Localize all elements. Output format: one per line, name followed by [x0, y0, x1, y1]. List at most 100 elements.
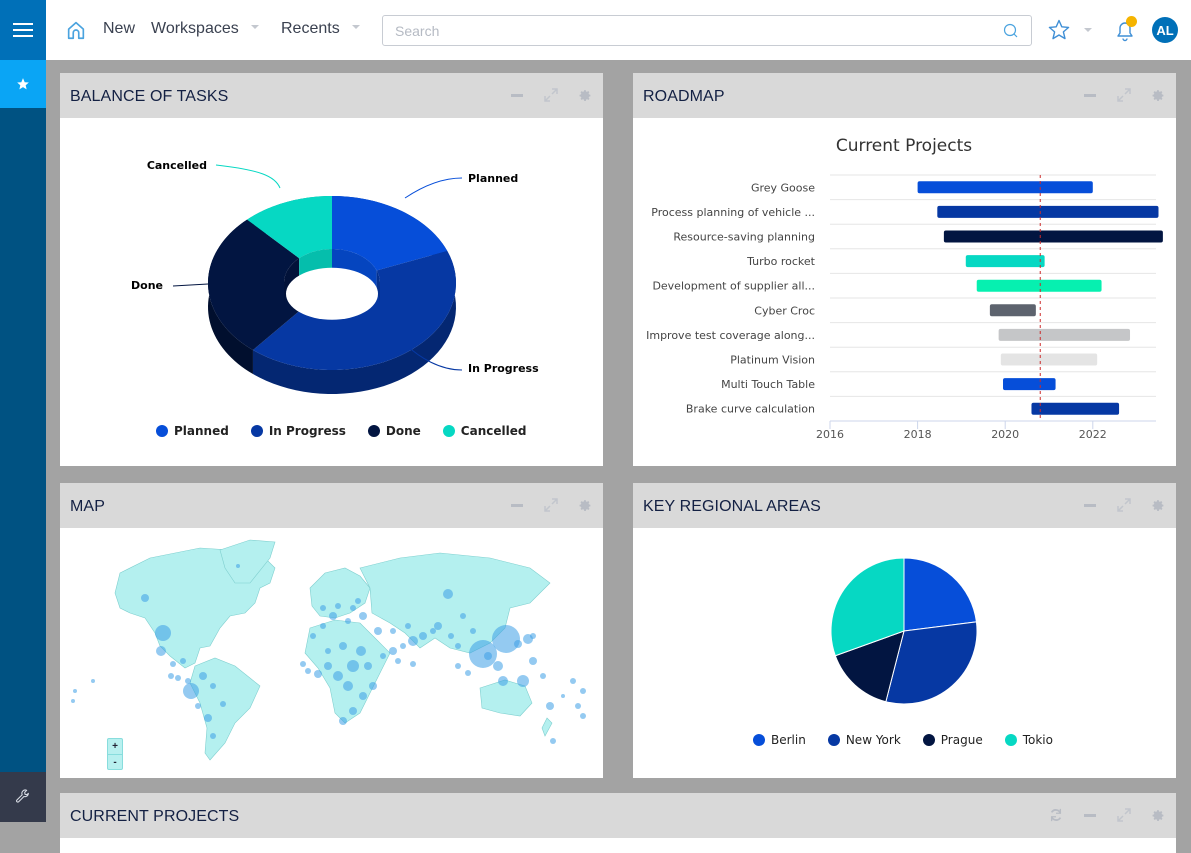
map-bubble[interactable] — [380, 653, 386, 659]
map-bubble[interactable] — [395, 658, 401, 664]
map-bubble[interactable] — [333, 671, 343, 681]
minimize-icon[interactable] — [509, 87, 525, 103]
nav-new[interactable]: New — [103, 20, 135, 38]
gantt-bar[interactable] — [989, 304, 1036, 317]
expand-icon[interactable] — [1116, 87, 1132, 103]
minimize-icon[interactable] — [1082, 87, 1098, 103]
map-bubble[interactable] — [430, 628, 436, 634]
map-bubble[interactable] — [530, 633, 536, 639]
refresh-icon[interactable] — [1048, 807, 1064, 823]
map-bubble[interactable] — [339, 717, 347, 725]
map-bubble[interactable] — [389, 647, 397, 655]
home-icon[interactable] — [65, 19, 87, 41]
gantt-bar[interactable] — [965, 255, 1045, 268]
map-bubble[interactable] — [195, 703, 201, 709]
search-input[interactable] — [383, 16, 983, 45]
gantt-bar[interactable] — [917, 181, 1093, 194]
map-bubble[interactable] — [364, 662, 372, 670]
tools-button[interactable] — [0, 772, 46, 822]
map-bubble[interactable] — [220, 701, 226, 707]
map-bubble[interactable] — [91, 679, 95, 683]
gantt-bar[interactable] — [998, 328, 1131, 341]
zoom-in-button[interactable]: + — [108, 739, 122, 754]
map-bubble[interactable] — [204, 714, 212, 722]
map-bubble[interactable] — [448, 633, 454, 639]
map-bubble[interactable] — [168, 673, 174, 679]
map-bubble[interactable] — [419, 632, 427, 640]
search-icon[interactable] — [1003, 23, 1019, 39]
minimize-icon[interactable] — [1082, 497, 1098, 513]
gear-icon[interactable] — [577, 497, 593, 513]
map-bubble[interactable] — [443, 589, 453, 599]
expand-icon[interactable] — [543, 87, 559, 103]
map-bubble[interactable] — [434, 622, 442, 630]
map-bubble[interactable] — [345, 618, 351, 624]
map-bubble[interactable] — [570, 678, 576, 684]
favorite-star-icon[interactable] — [1047, 18, 1071, 42]
legend-item-planned[interactable]: Planned — [156, 424, 229, 438]
map-bubble[interactable] — [355, 598, 361, 604]
gear-icon[interactable] — [1150, 807, 1166, 823]
map-bubble[interactable] — [469, 640, 497, 668]
map-bubble[interactable] — [155, 625, 171, 641]
map-bubble[interactable] — [546, 702, 554, 710]
gantt-bar[interactable] — [1000, 353, 1098, 366]
expand-icon[interactable] — [1116, 497, 1132, 513]
map-bubble[interactable] — [369, 682, 377, 690]
map-bubble[interactable] — [183, 683, 199, 699]
map-bubble[interactable] — [400, 643, 406, 649]
legend-item-cancelled[interactable]: Cancelled — [442, 424, 526, 438]
gantt-bar[interactable] — [1031, 402, 1120, 415]
map-bubble[interactable] — [349, 707, 357, 715]
map-bubble[interactable] — [325, 648, 331, 654]
nav-workspaces[interactable]: Workspaces — [151, 20, 259, 38]
gear-icon[interactable] — [1150, 497, 1166, 513]
map-bubble[interactable] — [575, 703, 581, 709]
map-bubble[interactable] — [465, 670, 471, 676]
map-bubble[interactable] — [493, 661, 503, 671]
map-bubble[interactable] — [170, 661, 176, 667]
map-bubble[interactable] — [210, 683, 216, 689]
gantt-bar[interactable] — [937, 205, 1159, 218]
world-map[interactable] — [60, 528, 603, 778]
minimize-icon[interactable] — [509, 497, 525, 513]
gantt-bar[interactable] — [1003, 378, 1056, 391]
map-bubble[interactable] — [390, 628, 396, 634]
menu-button[interactable] — [0, 0, 46, 60]
map-bubble[interactable] — [529, 657, 537, 665]
map-bubble[interactable] — [561, 694, 565, 698]
nav-recents[interactable]: Recents — [281, 20, 360, 38]
map-bubble[interactable] — [156, 646, 166, 656]
legend-item-prague[interactable]: Prague — [922, 733, 983, 747]
map-bubble[interactable] — [329, 612, 337, 620]
legend-item-done[interactable]: Done — [367, 424, 421, 438]
legend-item-new-york[interactable]: New York — [827, 733, 901, 747]
legend-item-berlin[interactable]: Berlin — [753, 733, 806, 747]
map-bubble[interactable] — [314, 670, 322, 678]
favorites-dropdown-icon[interactable] — [1084, 28, 1092, 32]
map-bubble[interactable] — [339, 642, 347, 650]
map-bubble[interactable] — [455, 663, 461, 669]
pie-slice-berlin[interactable] — [903, 557, 977, 632]
map-bubble[interactable] — [359, 612, 367, 620]
gantt-bar[interactable] — [943, 230, 1163, 243]
map-bubble[interactable] — [175, 675, 181, 681]
map-bubble[interactable] — [350, 605, 356, 611]
favorites-button[interactable] — [0, 60, 46, 108]
map-bubble[interactable] — [498, 676, 508, 686]
map-bubble[interactable] — [517, 675, 529, 687]
map-bubble[interactable] — [310, 633, 316, 639]
map-bubble[interactable] — [540, 673, 546, 679]
map-bubble[interactable] — [405, 623, 411, 629]
expand-icon[interactable] — [1116, 807, 1132, 823]
legend-item-tokio[interactable]: Tokio — [1004, 733, 1053, 747]
map-bubble[interactable] — [335, 603, 341, 609]
map-bubble[interactable] — [141, 594, 149, 602]
map-bubble[interactable] — [470, 628, 476, 634]
map-bubble[interactable] — [71, 699, 75, 703]
map-bubble[interactable] — [455, 643, 461, 649]
gear-icon[interactable] — [1150, 87, 1166, 103]
map-bubble[interactable] — [550, 738, 556, 744]
map-bubble[interactable] — [180, 658, 186, 664]
gantt-bar[interactable] — [976, 279, 1102, 292]
